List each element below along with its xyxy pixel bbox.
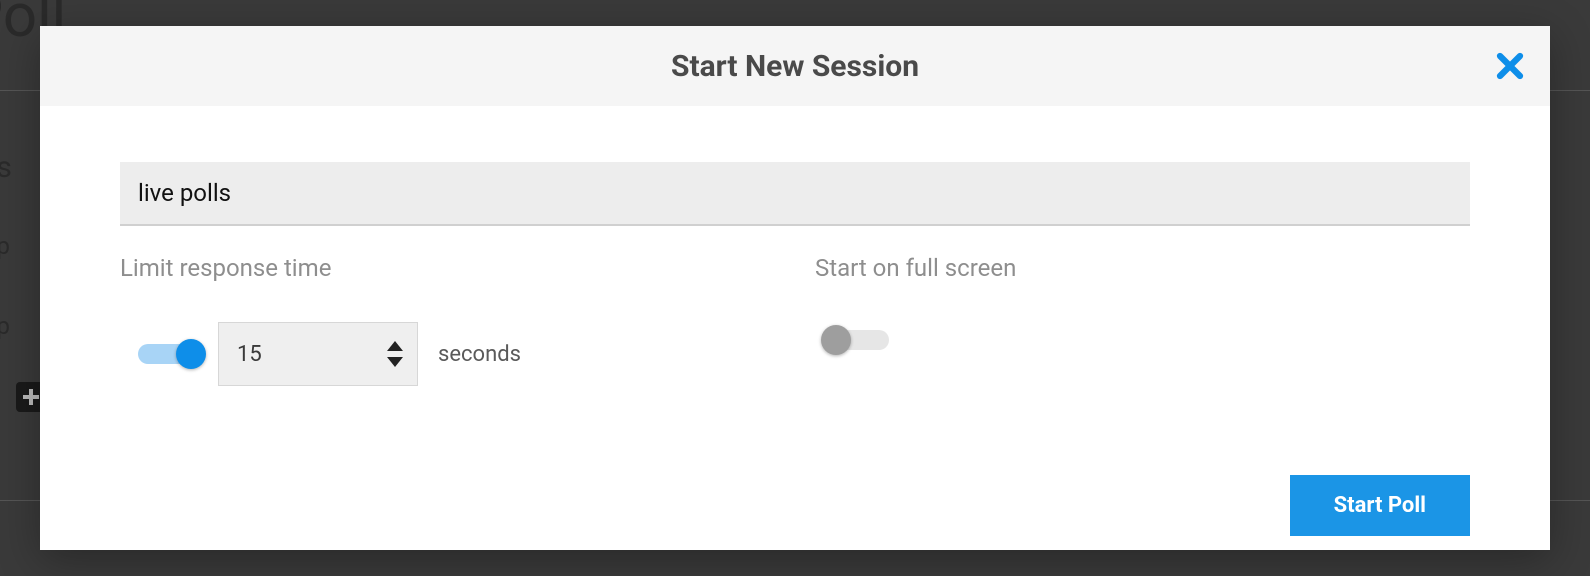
stepper-arrows <box>383 323 407 385</box>
options-row: Limit response time seconds <box>120 254 1470 386</box>
session-name-input[interactable] <box>120 162 1470 226</box>
background-option-label: Op <box>0 312 10 340</box>
stepper-up-icon[interactable] <box>387 341 403 351</box>
close-icon <box>1495 51 1525 81</box>
fullscreen-label: Start on full screen <box>815 254 1470 282</box>
close-button[interactable] <box>1492 48 1528 84</box>
toggle-knob <box>176 339 206 369</box>
seconds-input[interactable] <box>237 342 367 367</box>
limit-response-toggle[interactable] <box>138 344 202 364</box>
toggle-knob <box>821 325 851 355</box>
seconds-unit-label: seconds <box>438 342 521 367</box>
limit-response-controls: seconds <box>138 322 775 386</box>
start-session-modal: Start New Session Limit response time <box>40 26 1550 550</box>
seconds-stepper[interactable] <box>218 322 418 386</box>
fullscreen-toggle[interactable] <box>825 330 889 350</box>
background-option-label: Op <box>0 232 10 260</box>
stepper-down-icon[interactable] <box>387 357 403 367</box>
limit-response-option: Limit response time seconds <box>120 254 775 386</box>
modal-header: Start New Session <box>40 26 1550 106</box>
fullscreen-option: Start on full screen <box>815 254 1470 386</box>
limit-response-label: Limit response time <box>120 254 775 282</box>
modal-title: Start New Session <box>671 49 919 84</box>
modal-footer: Start Poll <box>40 475 1550 536</box>
background-label: as <box>0 150 12 185</box>
start-poll-button[interactable]: Start Poll <box>1290 475 1470 536</box>
